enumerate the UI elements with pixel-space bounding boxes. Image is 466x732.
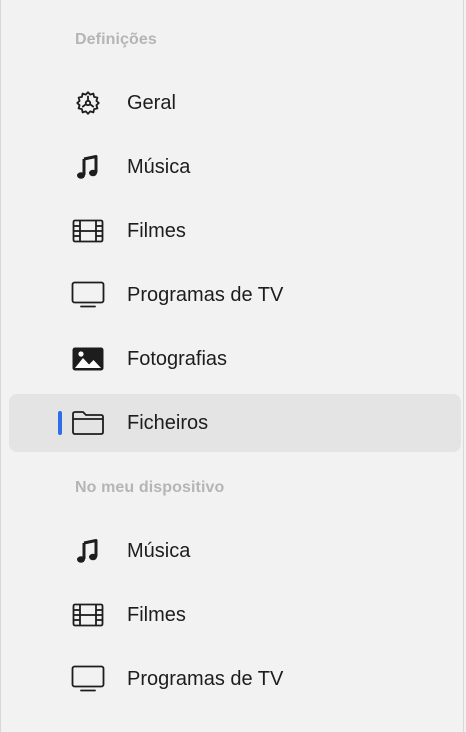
sidebar-item-general[interactable]: Geral xyxy=(9,74,461,132)
section-header-settings: Definições xyxy=(75,31,157,48)
sidebar-item-label: Filmes xyxy=(127,220,186,242)
sidebar-item-device-music[interactable]: Música xyxy=(9,522,461,580)
sidebar-item-label: Música xyxy=(127,540,191,562)
selection-indicator xyxy=(58,411,62,435)
sidebar-item-music[interactable]: Música xyxy=(9,138,461,196)
sidebar-item-label: Geral xyxy=(127,92,176,114)
sidebar-item-photos[interactable]: Fotografias xyxy=(9,330,461,388)
photo-icon xyxy=(71,343,105,375)
sidebar-item-label: Ficheiros xyxy=(127,412,209,434)
sidebar-item-label: Música xyxy=(127,156,191,178)
sidebar-item-label: Fotografias xyxy=(127,348,228,370)
sidebar-item-movies[interactable]: Filmes xyxy=(9,202,461,260)
tv-icon xyxy=(71,279,105,311)
sidebar-item-device-tv-shows[interactable]: Programas de TV xyxy=(9,650,461,708)
sidebar-item-label: Programas de TV xyxy=(127,668,284,690)
folder-icon xyxy=(71,407,105,439)
film-icon xyxy=(71,215,105,247)
sidebar-item-device-movies[interactable]: Filmes xyxy=(9,586,461,644)
gear-icon xyxy=(71,87,105,119)
music-note-icon xyxy=(71,535,105,567)
music-note-icon xyxy=(71,151,105,183)
sidebar-item-files[interactable]: Ficheiros xyxy=(9,394,461,452)
film-icon xyxy=(71,599,105,631)
sidebar-item-label: Programas de TV xyxy=(127,284,284,306)
section-header-on-device: No meu dispositivo xyxy=(75,479,225,496)
sidebar-item-label: Filmes xyxy=(127,604,186,626)
sidebar: Definições Geral Música Filmes Programas… xyxy=(0,0,464,732)
sidebar-item-tv-shows[interactable]: Programas de TV xyxy=(9,266,461,324)
tv-icon xyxy=(71,663,105,695)
